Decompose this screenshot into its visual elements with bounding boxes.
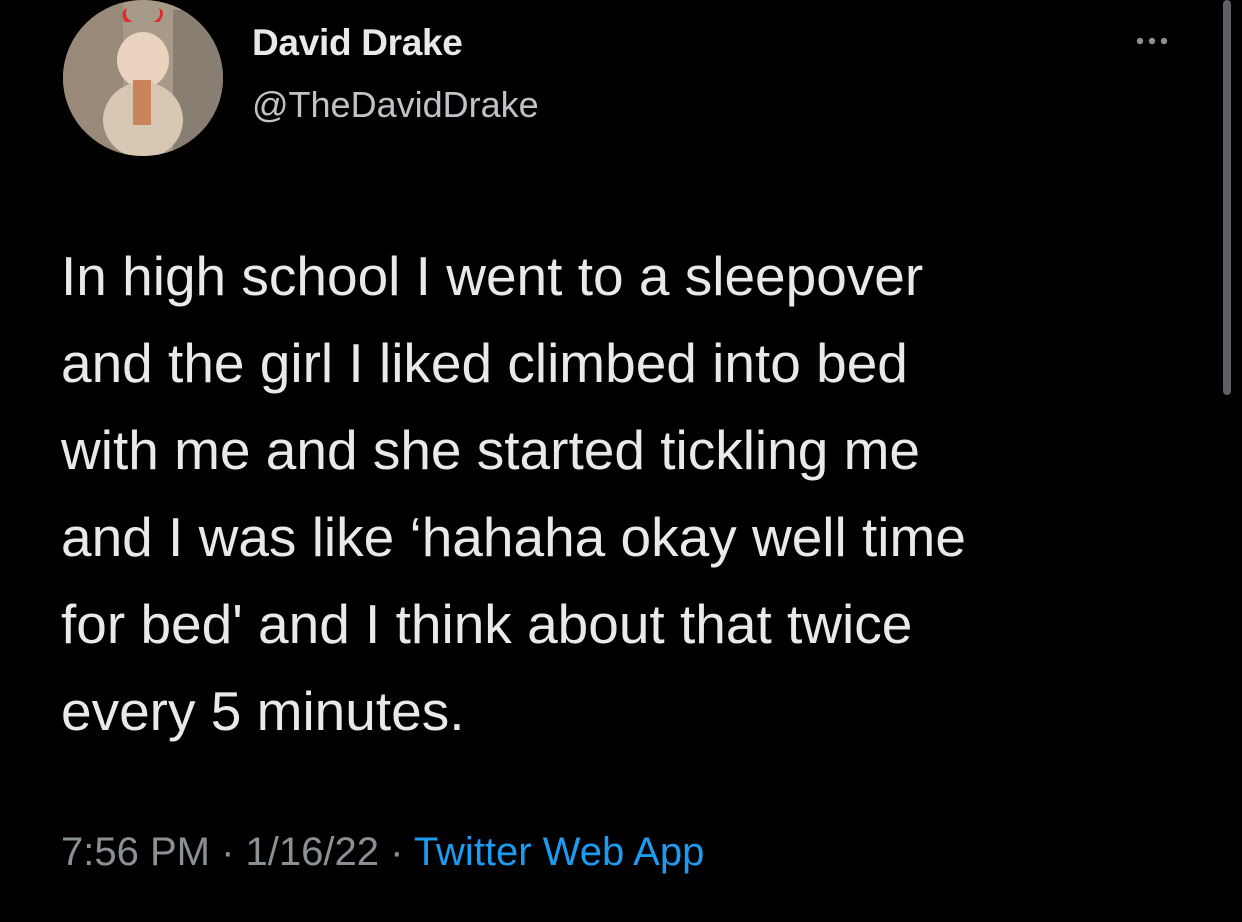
- tweet-time[interactable]: 7:56 PM: [61, 830, 210, 874]
- tweet-meta: 7:56 PM · 1/16/22 · Twitter Web App: [61, 830, 704, 875]
- tweet-date[interactable]: 1/16/22: [246, 830, 379, 874]
- scrollbar[interactable]: [1223, 0, 1231, 395]
- display-name[interactable]: David Drake: [252, 22, 463, 64]
- tweet-text: In high school I went to a sleepover and…: [61, 245, 966, 742]
- meta-separator: ·: [378, 830, 414, 874]
- user-handle[interactable]: @TheDavidDrake: [252, 84, 539, 126]
- more-horizontal-icon[interactable]: [1130, 26, 1178, 56]
- avatar[interactable]: [63, 0, 223, 156]
- meta-separator: ·: [209, 830, 246, 874]
- tweet-source-link[interactable]: Twitter Web App: [414, 830, 705, 874]
